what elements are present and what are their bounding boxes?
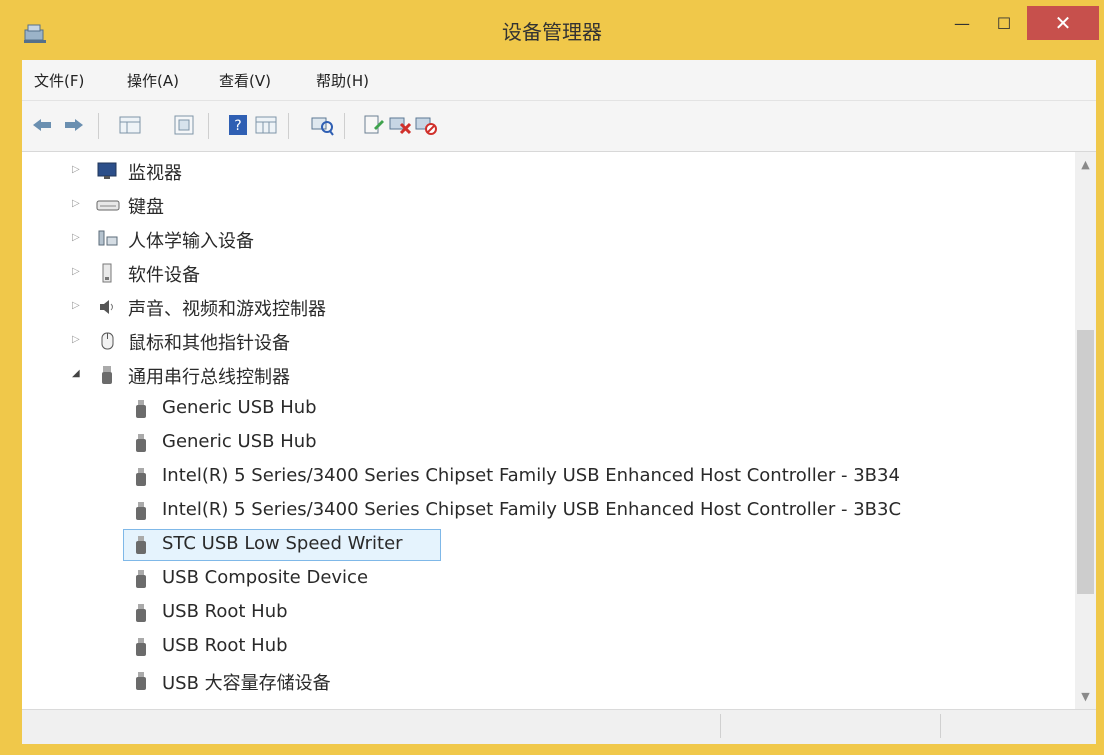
tree-item-software-devices[interactable]: ▷ 软件设备 — [22, 256, 1072, 290]
tree-item-usb-device[interactable]: Intel(R) 5 Series/3400 Series Chipset Fa… — [22, 460, 1072, 494]
usb-device-icon — [130, 534, 152, 556]
tree-item-usb-device[interactable]: USB Composite Device — [22, 562, 1072, 596]
tree-item-label: Generic USB Hub — [162, 431, 317, 452]
usb-device-icon — [130, 568, 152, 590]
tree-item-usb-controllers[interactable]: ◢ 通用串行总线控制器 — [22, 358, 1072, 392]
tree-item-label: USB Root Hub — [162, 601, 288, 622]
status-bar — [22, 709, 1096, 744]
usb-device-icon — [130, 500, 152, 522]
usb-device-icon — [130, 636, 152, 658]
tree-item-mice[interactable]: ▷ 鼠标和其他指针设备 — [22, 324, 1072, 358]
usb-icon — [96, 364, 118, 386]
tree-item-label: 人体学输入设备 — [128, 231, 254, 252]
speaker-icon — [96, 296, 118, 318]
tree-item-label: Intel(R) 5 Series/3400 Series Chipset Fa… — [162, 465, 900, 486]
view-grid-icon[interactable] — [254, 113, 278, 137]
tree-item-label: 鼠标和其他指针设备 — [128, 333, 290, 354]
tree-item-label: Generic USB Hub — [162, 397, 317, 418]
forward-arrow-icon[interactable] — [62, 113, 86, 137]
tree-item-label: Intel(R) 5 Series/3400 Series Chipset Fa… — [162, 499, 902, 520]
tree-item-label: USB Root Hub — [162, 635, 288, 656]
tree-item-label: 通用串行总线控制器 — [128, 367, 290, 388]
update-driver-icon[interactable] — [362, 113, 386, 137]
vertical-scrollbar[interactable]: ▲ ▼ — [1075, 152, 1096, 709]
tree-item-label: 键盘 — [128, 197, 164, 218]
status-pane — [720, 714, 941, 738]
svg-text:?: ? — [234, 118, 241, 134]
monitor-icon — [96, 160, 118, 182]
menu-file[interactable]: 文件(F) — [34, 70, 84, 91]
tree-item-usb-device[interactable]: Intel(R) 5 Series/3400 Series Chipset Fa… — [22, 494, 1072, 528]
usb-device-icon — [130, 398, 152, 420]
maximize-button[interactable]: ☐ — [982, 6, 1026, 40]
tree-item-label: 声音、视频和游戏控制器 — [128, 299, 326, 320]
scrollbar-thumb[interactable] — [1077, 330, 1094, 594]
hid-icon — [96, 228, 118, 250]
usb-device-icon — [130, 432, 152, 454]
expand-arrow-icon[interactable]: ▷ — [72, 300, 84, 312]
tree-item-label: USB 大容量存储设备 — [162, 673, 331, 694]
close-button[interactable]: ✕ — [1027, 6, 1099, 40]
back-arrow-icon[interactable] — [30, 113, 54, 137]
scan-hardware-icon[interactable] — [310, 113, 334, 137]
tree-item-usb-device[interactable]: USB 大容量存储设备 — [22, 664, 1072, 698]
tree-item-usb-device[interactable]: USB Root Hub — [22, 596, 1072, 630]
device-list-icon[interactable] — [172, 113, 196, 137]
tree-item-hid[interactable]: ▷ 人体学输入设备 — [22, 222, 1072, 256]
tree-item-usb-device[interactable]: USB Root Hub — [22, 630, 1072, 664]
properties-grid-icon[interactable] — [118, 113, 142, 137]
collapse-arrow-icon[interactable]: ◢ — [72, 368, 84, 380]
toolbar-separator — [288, 113, 289, 139]
mouse-icon — [96, 330, 118, 352]
usb-device-icon — [130, 602, 152, 624]
toolbar: ? — [22, 101, 1096, 152]
tree-item-usb-device-selected[interactable]: STC USB Low Speed Writer — [22, 528, 1072, 562]
title-bar[interactable]: 设备管理器 — ☐ ✕ — [0, 0, 1104, 60]
keyboard-icon — [96, 194, 120, 216]
help-icon[interactable]: ? — [226, 113, 250, 137]
menu-view[interactable]: 查看(V) — [219, 70, 271, 91]
software-device-icon — [96, 262, 118, 284]
expand-arrow-icon[interactable]: ▷ — [72, 334, 84, 346]
tree-item-label: STC USB Low Speed Writer — [162, 533, 403, 554]
window-title: 设备管理器 — [502, 20, 602, 44]
status-pane — [940, 714, 1097, 738]
expand-arrow-icon[interactable]: ▷ — [72, 232, 84, 244]
tree-item-usb-device[interactable]: Generic USB Hub — [22, 426, 1072, 460]
client-area: 文件(F) 操作(A) 查看(V) 帮助(H) ? ▷ 监视器 ▷ 键盘 ▷ 人… — [22, 60, 1096, 744]
toolbar-separator — [344, 113, 345, 139]
tree-item-label: 软件设备 — [128, 265, 200, 286]
tree-item-label: USB Composite Device — [162, 567, 369, 588]
scroll-up-arrow-icon[interactable]: ▲ — [1075, 154, 1096, 175]
device-tree[interactable]: ▷ 监视器 ▷ 键盘 ▷ 人体学输入设备 ▷ 软件设备 ▷ 声音、视频和游戏控制… — [22, 152, 1075, 709]
expand-arrow-icon[interactable]: ▷ — [72, 198, 84, 210]
usb-device-icon — [130, 466, 152, 488]
tree-item-usb-device[interactable]: Generic USB Hub — [22, 392, 1072, 426]
disable-device-icon[interactable] — [414, 113, 438, 137]
tree-item-label: 监视器 — [128, 163, 182, 184]
minimize-button[interactable]: — — [944, 6, 980, 40]
expand-arrow-icon[interactable]: ▷ — [72, 164, 84, 176]
expand-arrow-icon[interactable]: ▷ — [72, 266, 84, 278]
device-manager-window: 设备管理器 — ☐ ✕ 文件(F) 操作(A) 查看(V) 帮助(H) ? ▷ … — [0, 0, 1104, 755]
menu-action[interactable]: 操作(A) — [127, 70, 179, 91]
toolbar-separator — [208, 113, 209, 139]
uninstall-device-icon[interactable] — [388, 113, 412, 137]
tree-item-keyboards[interactable]: ▷ 键盘 — [22, 188, 1072, 222]
toolbar-separator — [98, 113, 99, 139]
tree-item-monitors[interactable]: ▷ 监视器 — [22, 154, 1072, 188]
menu-help[interactable]: 帮助(H) — [316, 70, 369, 91]
menu-bar: 文件(F) 操作(A) 查看(V) 帮助(H) — [22, 60, 1096, 101]
tree-item-sound[interactable]: ▷ 声音、视频和游戏控制器 — [22, 290, 1072, 324]
scroll-down-arrow-icon[interactable]: ▼ — [1075, 686, 1096, 707]
usb-device-icon — [130, 670, 152, 692]
